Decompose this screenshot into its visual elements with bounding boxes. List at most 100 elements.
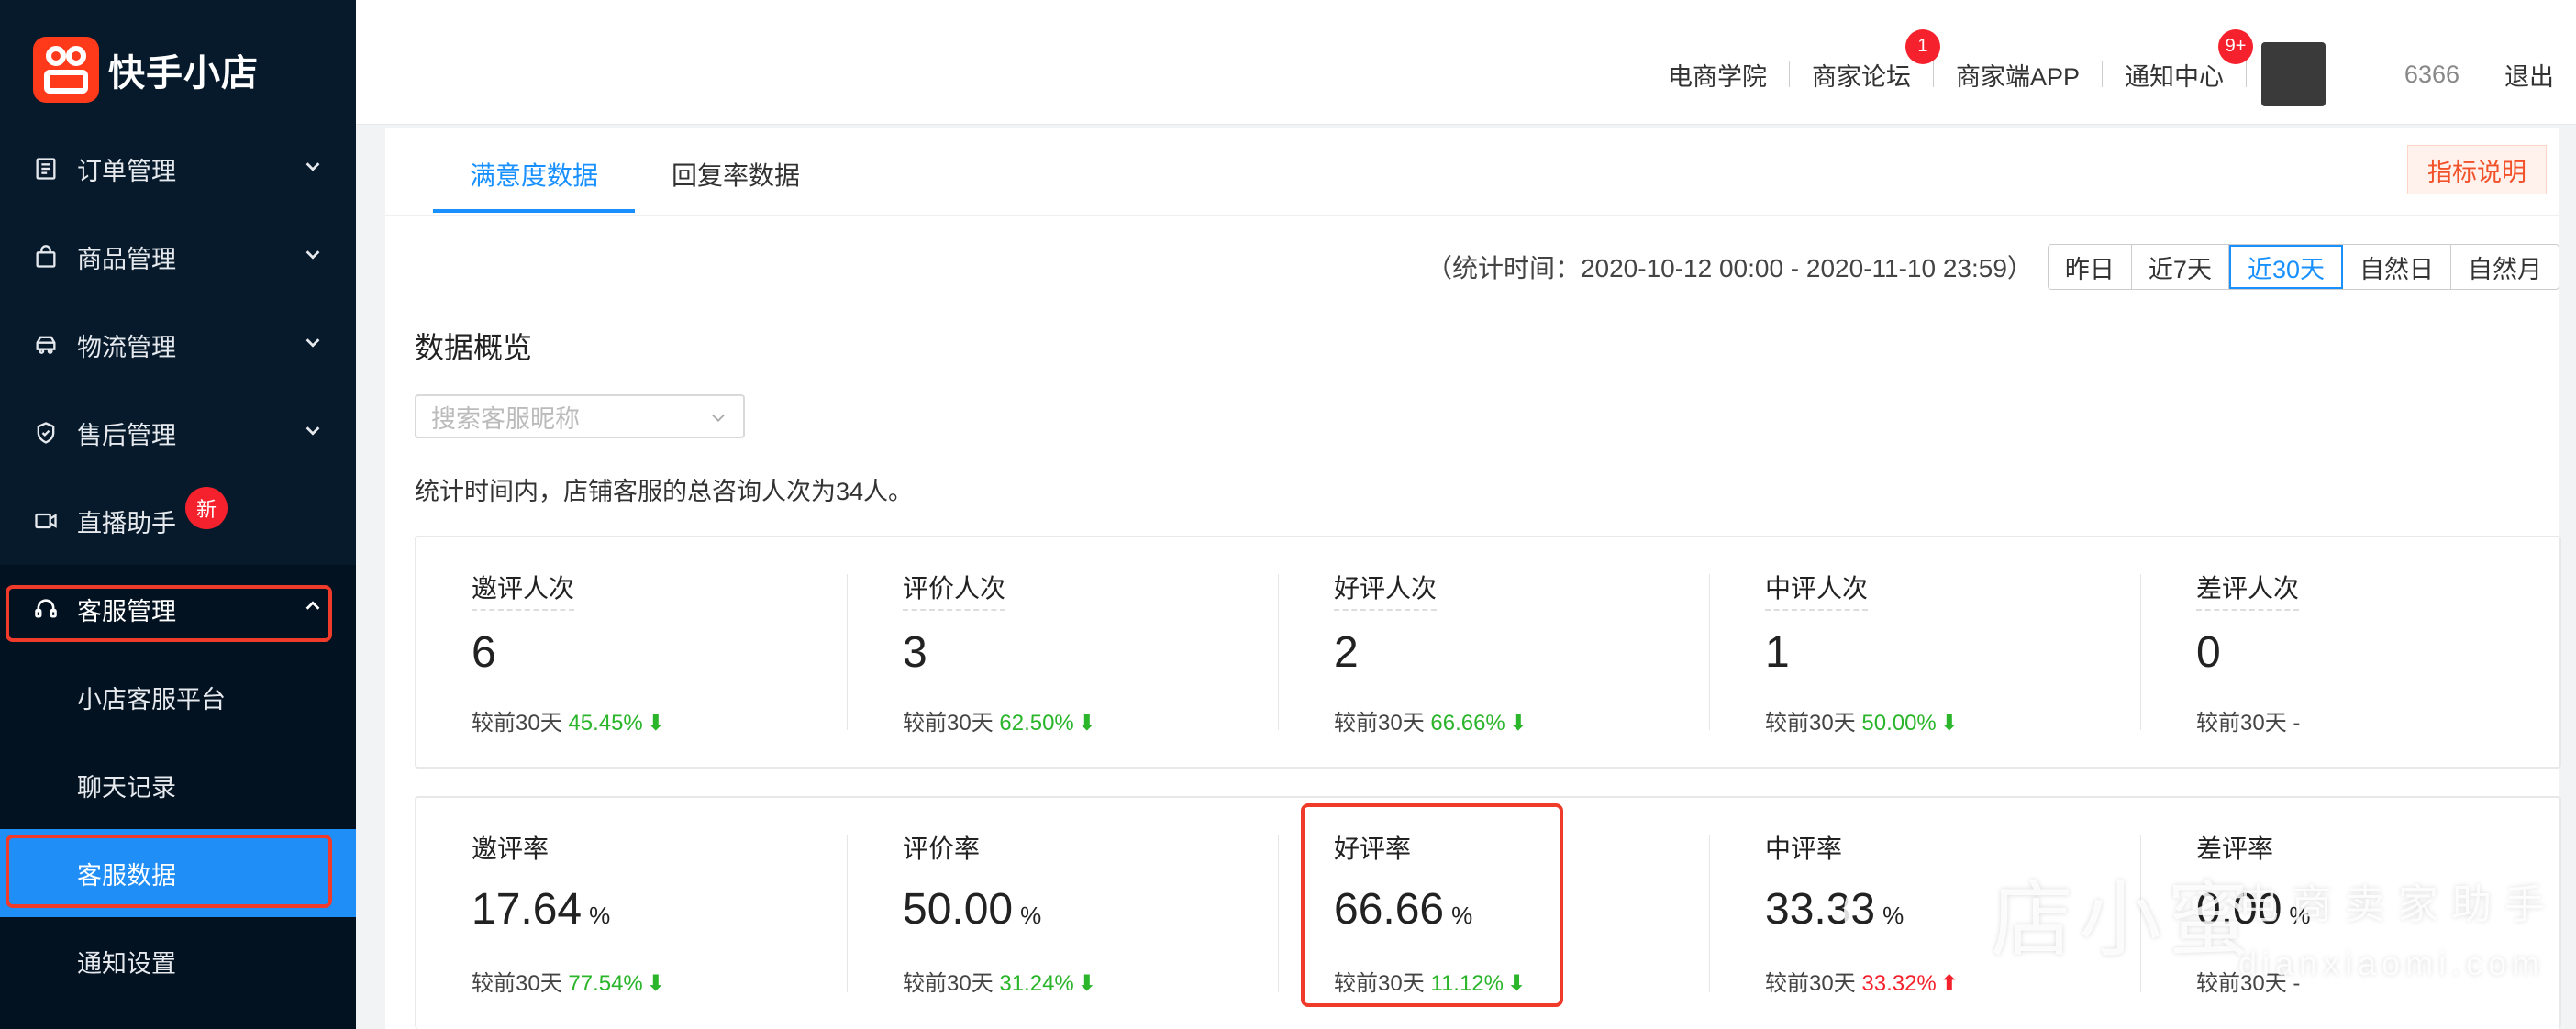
compare-prefix: 较前30天	[472, 971, 562, 996]
chevron-down-icon	[305, 250, 320, 260]
sidebar-subitem-label: 聊天记录	[77, 773, 176, 802]
stat-compare: 较前30天 31.24% ⬇	[903, 965, 1096, 997]
watermark-subtext: 电商卖家助手	[2238, 882, 2558, 927]
sidebar-item-orders[interactable]: 订单管理	[0, 125, 356, 213]
summary-text: 统计时间内，店铺客服的总咨询人次为34人。	[415, 478, 914, 505]
compare-prefix: 较前30天	[1765, 711, 1856, 736]
logout-link[interactable]: 退出	[2482, 57, 2576, 93]
stat-label: 邀评人次	[472, 569, 575, 611]
compare-prefix: 较前30天	[1334, 711, 1425, 736]
range-option-7-days[interactable]: 近7天	[2132, 245, 2229, 289]
sidebar-item-text: 直播助手	[77, 509, 176, 537]
stat-compare: 较前30天 33.32% ⬆	[1765, 965, 1959, 997]
range-option-yesterday[interactable]: 昨日	[2049, 245, 2132, 289]
sidebar-item-live-assistant[interactable]: 直播助手 新	[0, 477, 356, 565]
compare-prefix: 较前30天	[472, 711, 562, 736]
sidebar-item-logistics[interactable]: 物流管理	[0, 301, 356, 389]
compare-prefix: 较前30天	[903, 971, 994, 996]
search-placeholder: 搜索客服昵称	[431, 404, 580, 433]
time-range-selector: 昨日 近7天 近30天 自然日 自然月	[2047, 244, 2559, 290]
compare-value: 62.50%	[999, 711, 1074, 736]
sidebar-item-after-sales[interactable]: 售后管理	[0, 389, 356, 477]
compare-value: -	[2293, 711, 2301, 736]
link-ecommerce-academy[interactable]: 电商学院	[1646, 57, 1789, 93]
sidebar-subitem-notification-settings[interactable]: 通知设置	[0, 917, 356, 1005]
stat-label: 中评人次	[1765, 569, 1869, 611]
stat-value: 2	[1334, 628, 1359, 677]
link-merchant-forum[interactable]: 商家论坛 1	[1790, 28, 1940, 93]
avatar[interactable]	[2261, 42, 2326, 106]
stat-label: 邀评率	[472, 835, 550, 863]
stat-value: 50.00%	[903, 884, 1041, 935]
order-list-icon	[31, 154, 61, 183]
sidebar-subitem-chat-history[interactable]: 聊天记录	[0, 741, 356, 829]
metric-help-button[interactable]: 指标说明	[2407, 145, 2547, 194]
stat-invite-rate: 邀评率 17.64% 较前30天 77.54% ⬇	[416, 798, 848, 1029]
link-label: 商家论坛	[1811, 62, 1911, 91]
highlight-box-customer-service	[6, 585, 332, 642]
sidebar-subitem-label: 通知设置	[77, 949, 176, 978]
sidebar-item-products[interactable]: 商品管理	[0, 213, 356, 301]
compare-prefix: 较前30天	[903, 711, 994, 736]
time-range-text: （统计时间：2020-10-12 00:00 - 2020-11-10 23:5…	[1426, 254, 2033, 282]
value-unit: %	[589, 902, 611, 929]
tab-bar: 满意度数据 回复率数据 指标说明	[385, 128, 2559, 216]
app-frame: 快手小店 订单管理 商品管理 物流管理 售后管理 直播助手 新 客服管理 小店客…	[0, 0, 2576, 1029]
new-badge: 新	[185, 486, 228, 529]
arrow-down-icon: ⬇	[1939, 711, 1959, 736]
stat-value: 17.64%	[472, 884, 610, 935]
sidebar-item-label: 物流管理	[77, 333, 176, 361]
sidebar-item-label: 直播助手 新	[77, 486, 228, 539]
compare-value: 50.00%	[1861, 711, 1937, 736]
chevron-down-icon	[711, 414, 726, 422]
stat-bad-review-count: 差评人次 0 较前30天 -	[2141, 537, 2572, 767]
chevron-down-icon	[305, 426, 320, 436]
stat-value: 6	[472, 628, 496, 677]
app-name: 快手小店	[108, 53, 259, 94]
compare-value: 45.45%	[568, 711, 643, 736]
compare-prefix: 较前30天	[1765, 971, 1856, 996]
link-label: 通知中心	[2125, 62, 2224, 91]
stat-compare: 较前30天 62.50% ⬇	[903, 704, 1096, 736]
link-merchant-app[interactable]: 商家端APP	[1934, 57, 2102, 93]
account-id[interactable]: 6366	[2340, 61, 2459, 89]
compare-value: 66.66%	[1430, 711, 1505, 736]
value-number: 17.64	[472, 885, 583, 934]
shopping-bag-icon	[31, 242, 61, 271]
arrow-down-icon: ⬇	[646, 971, 665, 996]
stat-good-review-count: 好评人次 2 较前30天 66.66% ⬇	[1279, 537, 1710, 767]
stat-label: 评价率	[903, 835, 981, 863]
tab-active-indicator	[433, 209, 635, 213]
sidebar-subitem-service-platform[interactable]: 小店客服平台	[0, 653, 356, 741]
stat-review-rate: 评价率 50.00% 较前30天 31.24% ⬇	[848, 798, 1279, 1029]
arrow-down-icon: ⬇	[1508, 711, 1527, 736]
range-option-natural-month[interactable]: 自然月	[2451, 245, 2559, 289]
value-unit: %	[1020, 902, 1042, 929]
highlight-box-good-review-rate	[1301, 803, 1563, 1007]
link-notification-center[interactable]: 通知中心 9+	[2103, 28, 2253, 93]
sidebar: 快手小店 订单管理 商品管理 物流管理 售后管理 直播助手 新 客服管理 小店客…	[0, 0, 356, 1029]
compare-value: 31.24%	[999, 971, 1074, 996]
agent-search-select[interactable]: 搜索客服昵称	[415, 394, 745, 438]
compare-prefix: 较前30天	[2196, 711, 2287, 736]
range-option-30-days[interactable]: 近30天	[2228, 245, 2343, 289]
stat-compare: 较前30天 66.66% ⬇	[1334, 704, 1527, 736]
compare-value: 33.32%	[1861, 971, 1937, 996]
stat-compare: 较前30天 50.00% ⬇	[1765, 704, 1959, 736]
shield-check-icon	[31, 418, 61, 448]
arrow-up-icon: ⬆	[1939, 971, 1959, 996]
tab-satisfaction-data[interactable]: 满意度数据	[470, 156, 598, 193]
arrow-down-icon: ⬇	[1077, 971, 1096, 996]
chevron-down-icon	[305, 162, 320, 172]
section-title: 数据概览	[415, 331, 533, 364]
sidebar-item-label: 订单管理	[77, 157, 176, 185]
tab-reply-rate-data[interactable]: 回复率数据	[672, 156, 800, 193]
top-bar: 电商学院 商家论坛 1 商家端APP 通知中心 9+ 6366 退出	[356, 0, 2576, 125]
top-links: 电商学院 商家论坛 1 商家端APP 通知中心 9+ 6366 退出	[1646, 28, 2576, 106]
logo[interactable]: 快手小店	[33, 33, 259, 106]
range-option-natural-day[interactable]: 自然日	[2343, 245, 2451, 289]
time-range-bar: （统计时间：2020-10-12 00:00 - 2020-11-10 23:5…	[1427, 244, 2559, 290]
watermark-logo-icon	[1844, 862, 1945, 963]
stat-label: 好评人次	[1334, 569, 1438, 611]
sidebar-item-label: 商品管理	[77, 245, 176, 273]
